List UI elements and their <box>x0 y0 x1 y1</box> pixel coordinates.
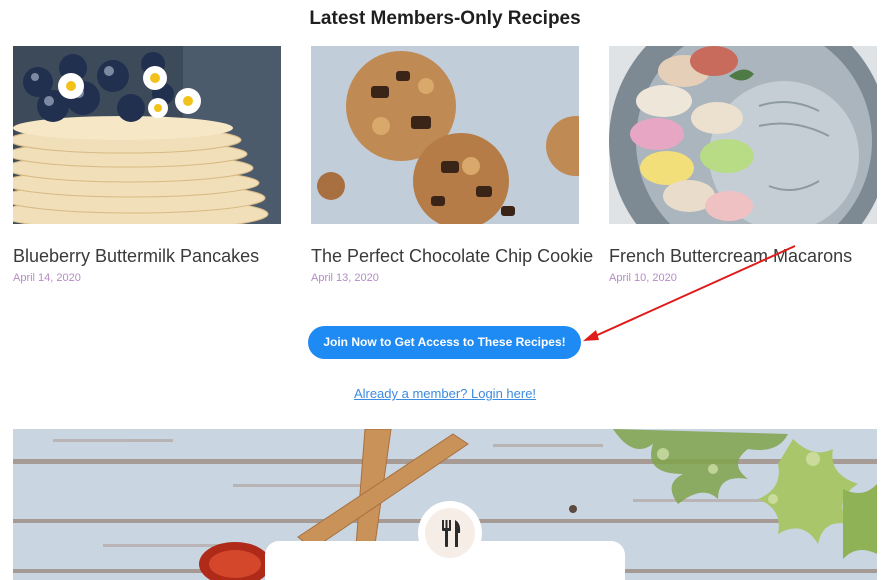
join-now-button[interactable]: Join Now to Get Access to These Recipes! <box>308 326 581 359</box>
page: Latest Members-Only Recipes Blueberry Bu… <box>0 0 890 580</box>
hero-image <box>13 429 877 580</box>
recipe-image-pancakes[interactable] <box>13 46 281 224</box>
recipe-card-macarons[interactable]: French Buttercream Macarons April 10, 20… <box>609 46 877 284</box>
recipe-image-cookie[interactable] <box>311 46 579 224</box>
fork-knife-icon <box>442 520 461 547</box>
recipe-image-macarons[interactable] <box>609 46 877 224</box>
recipe-date: April 13, 2020 <box>311 272 379 284</box>
recipe-card-cookie[interactable]: The Perfect Chocolate Chip Cookie April … <box>311 46 593 284</box>
recipe-card-pancakes[interactable]: Blueberry Buttermilk Pancakes April 14, … <box>13 46 281 284</box>
recipe-title[interactable]: Blueberry Buttermilk Pancakes <box>13 246 281 267</box>
recipe-date: April 14, 2020 <box>13 272 81 284</box>
recipe-title[interactable]: The Perfect Chocolate Chip Cookie <box>311 246 593 267</box>
section-title: Latest Members-Only Recipes <box>309 8 581 29</box>
login-link[interactable]: Already a member? Login here! <box>0 386 890 401</box>
recipe-date: April 10, 2020 <box>609 272 677 284</box>
recipe-title[interactable]: French Buttercream Macarons <box>609 246 877 267</box>
hero-badge <box>418 501 482 565</box>
